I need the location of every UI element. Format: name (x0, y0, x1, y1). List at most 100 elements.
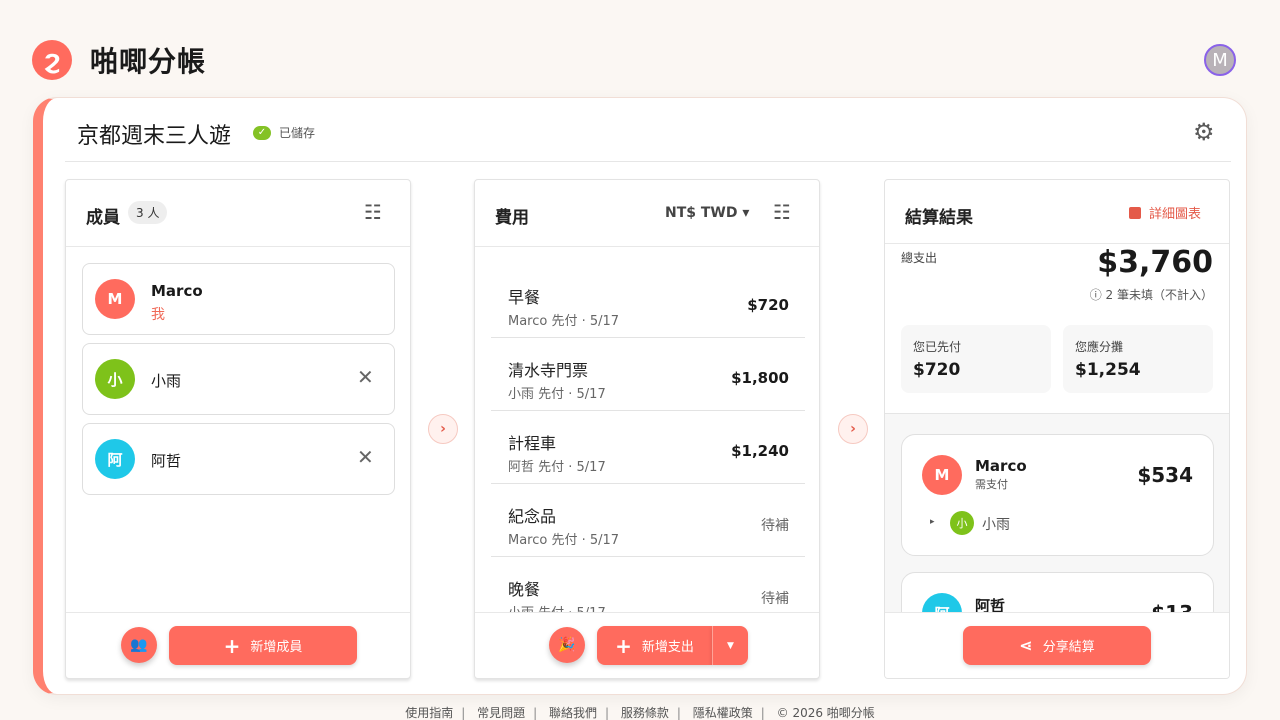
settlement-sub: 需支付 (975, 478, 1008, 491)
separator: | (676, 706, 681, 720)
share-settlement-button[interactable]: ⋖ 分享結算 (963, 626, 1151, 665)
expense-item[interactable]: 早餐 Marco 先付 · 5/17 $720 (491, 265, 805, 338)
avatar: 小 (95, 359, 135, 399)
app-header: ϩ 啪唧分帳 M (0, 0, 1280, 96)
plus-icon: + (223, 633, 241, 658)
share-stat: 您應分攤 $1,254 (1063, 325, 1213, 393)
cloud-check-icon: ✓ (253, 125, 271, 140)
total-value: $3,760 (1097, 245, 1213, 280)
divider (65, 161, 1231, 162)
expense-title: 早餐 (508, 288, 541, 307)
expense-item[interactable]: 清水寺門票 小雨 先付 · 5/17 $1,800 (491, 338, 805, 411)
member-self-label: 我 (151, 307, 165, 323)
expense-amount: $1,800 (731, 369, 789, 387)
detail-chart-label: 詳細圖表 (1149, 207, 1202, 222)
expense-pending: 待補 (761, 518, 789, 534)
settlement-footer: ⋖ 分享結算 (885, 612, 1229, 678)
expense-meta: Marco 先付 · 5/17 (508, 533, 620, 548)
trip-title[interactable]: 京都週末三人遊 (77, 118, 231, 150)
expense-title: 晚餐 (508, 580, 541, 599)
expenses-footer: 🎉 + 新增支出 ▼ (475, 612, 819, 678)
expense-meta: 阿哲 先付 · 5/17 (508, 460, 606, 475)
member-card[interactable]: 小 小雨 ✕ (82, 343, 395, 415)
members-title: 成員 (86, 208, 120, 228)
separator: | (760, 706, 765, 720)
footer-link-faq[interactable]: 常見問題 (477, 706, 525, 720)
footer-link-privacy[interactable]: 隱私權政策 (693, 706, 753, 720)
expense-meta: Marco 先付 · 5/17 (508, 314, 620, 329)
detail-chart-link[interactable]: 詳細圖表 (1129, 203, 1201, 222)
chevron-right-icon[interactable]: › (428, 414, 458, 444)
settlement-card[interactable]: M Marco 需支付 $534 ▸ 小 小雨 (901, 434, 1214, 556)
payee-name: 小雨 (982, 517, 1010, 533)
share-label: 您應分攤 (1075, 340, 1124, 354)
separator: | (604, 706, 610, 720)
paid-stat: 您已先付 $720 (901, 325, 1051, 393)
add-expense-button[interactable]: + 新增支出 (597, 626, 712, 665)
add-person-icon[interactable]: 👥 (121, 627, 157, 663)
bar-chart-icon (1129, 206, 1141, 219)
total-label: 總支出 (901, 251, 938, 265)
separator: | (533, 706, 538, 720)
member-name: 小雨 (151, 372, 182, 390)
members-header: 成員 3 人 ☷ (66, 180, 410, 247)
add-member-button[interactable]: + 新增成員 (169, 626, 357, 665)
share-icon: ⋖ (1019, 636, 1033, 655)
expenses-title: 費用 (495, 208, 529, 228)
save-status: ✓ 已儲存 (253, 124, 315, 141)
expense-amount: $720 (747, 296, 789, 314)
chevron-right-icon[interactable]: › (838, 414, 868, 444)
plus-icon: + (615, 633, 632, 658)
expense-pending: 待補 (761, 591, 789, 607)
party-popper-icon[interactable]: 🎉 (549, 627, 585, 663)
footer-link-guide[interactable]: 使用指南 (405, 706, 453, 720)
settlement-header: 結算結果 詳細圖表 (885, 180, 1229, 244)
avatar: 小 (950, 511, 974, 535)
expense-amount: $1,240 (731, 442, 789, 460)
settlement-amount: $534 (1137, 463, 1193, 487)
close-icon[interactable]: ✕ (357, 447, 374, 467)
member-name: Marco (151, 282, 203, 300)
unfilled-note: ⓘ 2 筆未填（不計入） (1089, 288, 1213, 302)
expense-title: 計程車 (508, 434, 557, 453)
user-avatar[interactable]: M (1204, 44, 1236, 76)
footer-link-contact[interactable]: 聯絡我們 (549, 706, 597, 720)
avatar: M (922, 455, 962, 495)
app-title: 啪唧分帳 (90, 45, 207, 78)
avatar: M (95, 279, 135, 319)
add-member-label: 新增成員 (250, 640, 303, 655)
separator: | (461, 706, 466, 720)
expense-title: 紀念品 (508, 507, 557, 526)
share-settlement-label: 分享結算 (1042, 640, 1095, 655)
paid-value: $720 (913, 360, 961, 380)
trip-card: 京都週末三人遊 ✓ 已儲存 ⚙ 成員 3 人 ☷ M Marco 我 小 小雨 … (33, 97, 1247, 695)
expense-item[interactable]: 紀念品 Marco 先付 · 5/17 待補 (491, 484, 805, 557)
paid-label: 您已先付 (913, 340, 962, 354)
settlement-panel: 結算結果 詳細圖表 總支出 $3,760 ⓘ 2 筆未填（不計入） 您已先付 $… (884, 179, 1230, 679)
settlement-name: Marco (975, 457, 1027, 475)
saved-label: 已儲存 (279, 126, 316, 140)
copyright: © 2026 啪唧分帳 (776, 706, 875, 720)
expenses-header: 費用 NT$ TWD ▾ ☷ (475, 180, 819, 247)
add-expense-menu-button[interactable]: ▼ (712, 626, 748, 665)
expenses-panel: 費用 NT$ TWD ▾ ☷ 早餐 Marco 先付 · 5/17 $720 清… (474, 179, 820, 679)
member-name: 阿哲 (151, 452, 182, 470)
member-card[interactable]: 阿 阿哲 ✕ (82, 423, 395, 495)
currency-select[interactable]: NT$ TWD ▾ (665, 205, 749, 221)
expense-meta: 小雨 先付 · 5/17 (508, 387, 606, 402)
expense-title: 清水寺門票 (508, 361, 589, 380)
add-expense-label: 新增支出 (641, 640, 694, 655)
footer-link-terms[interactable]: 服務條款 (621, 706, 669, 720)
tune-icon[interactable]: ☷ (364, 202, 382, 222)
expense-item[interactable]: 計程車 阿哲 先付 · 5/17 $1,240 (491, 411, 805, 484)
member-card[interactable]: M Marco 我 (82, 263, 395, 335)
member-count-badge: 3 人 (128, 201, 168, 224)
settlement-title: 結算結果 (905, 208, 973, 228)
members-panel: 成員 3 人 ☷ M Marco 我 小 小雨 ✕ 阿 阿哲 ✕ 👥 + 新增成… (65, 179, 411, 679)
expand-caret-icon[interactable]: ▸ (930, 517, 935, 527)
footer: 使用指南 | 常見問題 | 聯絡我們 | 服務條款 | 隱私權政策 | © 2026 啪唧… (0, 704, 1280, 720)
tune-icon[interactable]: ☷ (773, 202, 791, 222)
app-logo-icon: ϩ (32, 40, 72, 80)
close-icon[interactable]: ✕ (357, 367, 374, 387)
gear-icon[interactable]: ⚙ (1193, 120, 1215, 144)
